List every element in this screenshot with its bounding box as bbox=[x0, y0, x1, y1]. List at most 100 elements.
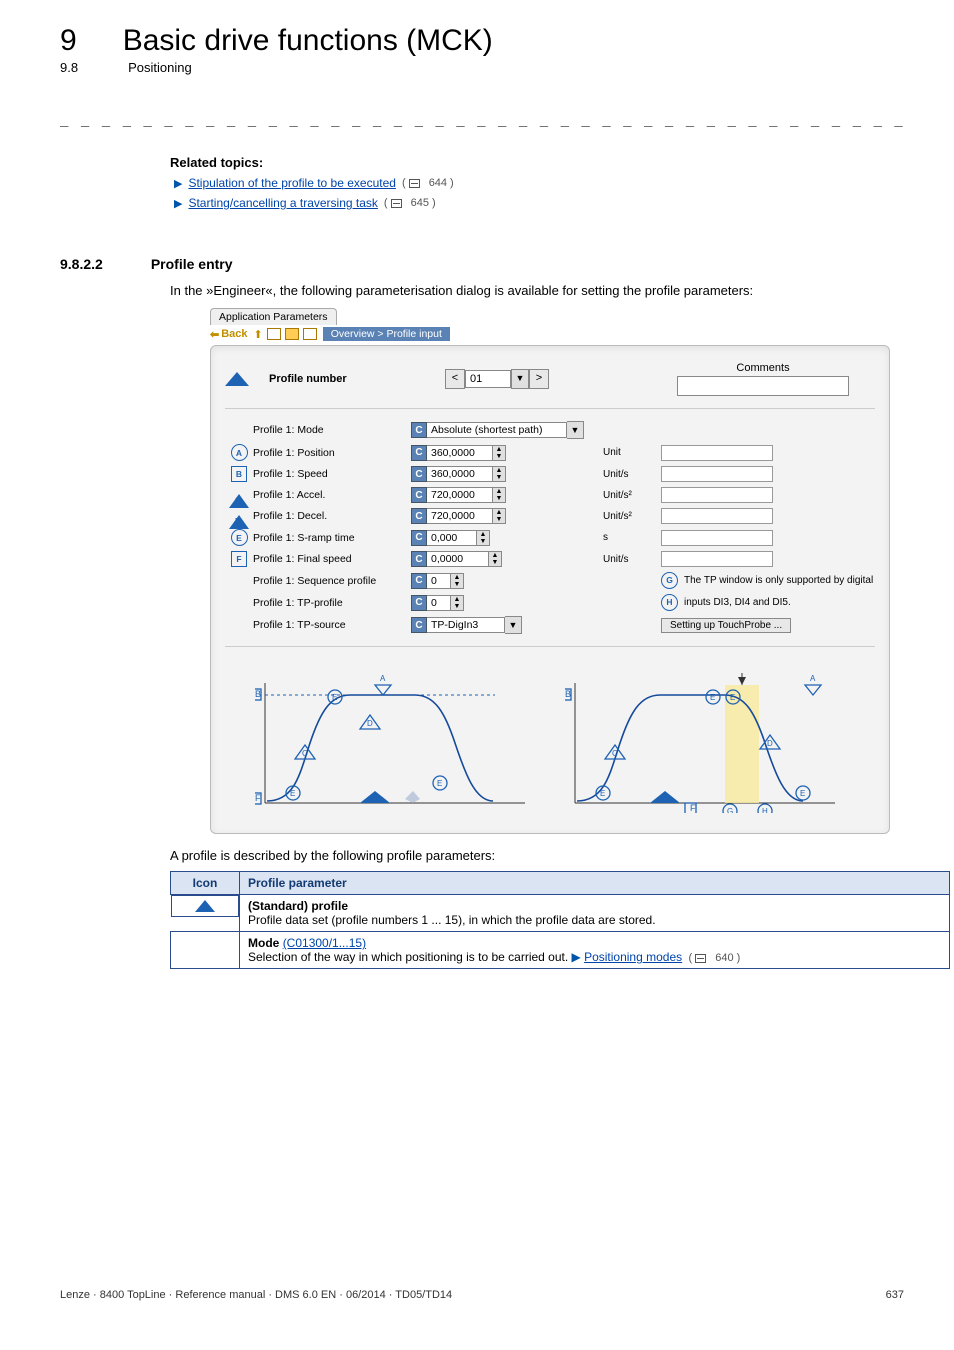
profile-parameter-table: Icon Profile parameter (Standard) profil… bbox=[170, 871, 950, 969]
code-chip-icon[interactable]: C bbox=[411, 422, 427, 438]
spinner[interactable]: ▲▼ bbox=[493, 508, 506, 524]
param-value-field[interactable]: 0,000 bbox=[427, 530, 477, 546]
spinner[interactable]: ▲▼ bbox=[477, 530, 490, 546]
spinner[interactable]: ▲▼ bbox=[493, 466, 506, 482]
param-label: Profile 1: Mode bbox=[253, 424, 411, 436]
tab-application-parameters[interactable]: Application Parameters bbox=[210, 308, 337, 325]
toolbar-icon-2[interactable] bbox=[285, 328, 299, 340]
param-value-field[interactable]: 720,0000 bbox=[427, 487, 493, 503]
code-chip-icon[interactable]: C bbox=[411, 508, 427, 524]
param-label: Profile 1: S-ramp time bbox=[253, 532, 411, 544]
th-icon: Icon bbox=[171, 872, 240, 895]
param-value-field[interactable]: 0 bbox=[427, 595, 451, 611]
param-value-field[interactable]: 0,0000 bbox=[427, 551, 489, 567]
footer-page-number: 637 bbox=[886, 1289, 904, 1301]
row-comment-field[interactable] bbox=[661, 445, 773, 461]
related-link-1[interactable]: Stipulation of the profile to be execute… bbox=[188, 176, 395, 190]
code-chip-icon[interactable]: C bbox=[411, 466, 427, 482]
code-chip-icon[interactable]: C bbox=[411, 573, 427, 589]
tp-note-line1: The TP window is only supported by digit… bbox=[684, 574, 873, 587]
unit-label: s bbox=[603, 532, 661, 543]
comments-field[interactable] bbox=[677, 376, 849, 396]
row-comment-field[interactable] bbox=[661, 530, 773, 546]
svg-text:E: E bbox=[437, 779, 442, 788]
param-label: Profile 1: Decel. bbox=[253, 510, 411, 522]
code-chip-icon[interactable]: C bbox=[411, 551, 427, 567]
dropdown-icon[interactable]: ▼ bbox=[511, 369, 529, 389]
param-value-field[interactable]: 360,0000 bbox=[427, 445, 493, 461]
spinner[interactable]: ▲▼ bbox=[493, 487, 506, 503]
svg-text:A: A bbox=[810, 674, 816, 683]
next-profile-button[interactable]: > bbox=[529, 369, 549, 389]
code-chip-icon[interactable]: C bbox=[411, 445, 427, 461]
bullet-circle-H: H bbox=[661, 594, 678, 611]
svg-text:H: H bbox=[762, 807, 768, 813]
profile-graph-2: B E E E E bbox=[565, 673, 845, 813]
code-chip-icon[interactable]: C bbox=[411, 487, 427, 503]
unit-label: Unit/s bbox=[603, 554, 661, 565]
param-value-field[interactable]: 360,0000 bbox=[427, 466, 493, 482]
toolbar-icon-1[interactable] bbox=[267, 328, 281, 340]
row-comment-field[interactable] bbox=[661, 551, 773, 567]
param-value-field[interactable]: Absolute (shortest path) bbox=[427, 422, 567, 438]
row2-link[interactable]: Positioning modes bbox=[584, 950, 682, 964]
code-chip-icon[interactable]: C bbox=[411, 617, 427, 633]
svg-text:C: C bbox=[612, 749, 618, 758]
spinner[interactable]: ▲▼ bbox=[493, 445, 506, 461]
spinner[interactable]: ▲▼ bbox=[489, 551, 502, 567]
param-label: Profile 1: Accel. bbox=[253, 489, 411, 501]
profile-number-label: Profile number bbox=[269, 373, 439, 385]
profile-graph-1: B F E E E bbox=[255, 673, 535, 813]
svg-text:G: G bbox=[727, 807, 733, 813]
section-title: Positioning bbox=[128, 60, 192, 75]
bullet-circle-A: A bbox=[231, 444, 248, 461]
spinner[interactable]: ▲▼ bbox=[451, 573, 464, 589]
row-comment-field[interactable] bbox=[661, 466, 773, 482]
footer-left: Lenze · 8400 TopLine · Reference manual … bbox=[60, 1289, 452, 1301]
subsection-number: 9.8.2.2 bbox=[60, 256, 103, 272]
spinner[interactable]: ▲▼ bbox=[451, 595, 464, 611]
up-arrow-icon[interactable]: ⬆ bbox=[254, 328, 263, 341]
prev-profile-button[interactable]: < bbox=[445, 369, 465, 389]
intro-paragraph: In the »Engineer«, the following paramet… bbox=[170, 282, 904, 300]
dropdown-icon[interactable]: ▼ bbox=[505, 616, 522, 634]
unit-label: Unit bbox=[603, 447, 661, 458]
row-comment-field[interactable] bbox=[661, 487, 773, 503]
svg-text:F: F bbox=[690, 803, 696, 813]
param-value-field[interactable]: TP-DigIn3 bbox=[427, 617, 505, 633]
setup-touchprobe-button[interactable]: Setting up TouchProbe ... bbox=[661, 618, 791, 633]
svg-text:C: C bbox=[302, 749, 308, 758]
row2-desc: Selection of the way in which positionin… bbox=[248, 950, 572, 964]
row2-mode: Mode bbox=[248, 936, 279, 950]
section-number: 9.8 bbox=[60, 60, 78, 75]
svg-text:E: E bbox=[332, 693, 337, 702]
bullet-square-F: F bbox=[231, 551, 247, 567]
back-button[interactable]: ⬅ Back bbox=[210, 328, 248, 341]
param-value-field[interactable]: 720,0000 bbox=[427, 508, 493, 524]
svg-text:E: E bbox=[730, 693, 735, 702]
param-label: Profile 1: TP-source bbox=[253, 619, 411, 631]
profile-desc-text: A profile is described by the following … bbox=[170, 848, 904, 863]
profile-triangle-icon bbox=[195, 900, 215, 912]
svg-text:E: E bbox=[290, 789, 295, 798]
related-link-2[interactable]: Starting/cancelling a traversing task bbox=[188, 196, 377, 210]
svg-text:D: D bbox=[367, 719, 373, 728]
param-label: Profile 1: Final speed bbox=[253, 553, 411, 565]
arrow-icon: ▶ bbox=[572, 950, 585, 964]
row2-page-ref: ( 640) bbox=[685, 952, 740, 964]
toolbar-icon-3[interactable] bbox=[303, 328, 317, 340]
subsection-title: Profile entry bbox=[151, 256, 233, 272]
svg-text:E: E bbox=[710, 693, 715, 702]
svg-text:A: A bbox=[380, 674, 386, 683]
profile-number-select[interactable]: 01 bbox=[465, 370, 511, 388]
row1-title: (Standard) profile bbox=[248, 899, 348, 913]
code-chip-icon[interactable]: C bbox=[411, 595, 427, 611]
svg-text:B: B bbox=[255, 689, 261, 699]
row1-desc: Profile data set (profile numbers 1 ... … bbox=[248, 913, 656, 927]
row2-code-link[interactable]: (C01300/1...15) bbox=[283, 936, 366, 950]
dropdown-icon[interactable]: ▼ bbox=[567, 421, 584, 439]
row-comment-field[interactable] bbox=[661, 508, 773, 524]
param-value-field[interactable]: 0 bbox=[427, 573, 451, 589]
code-chip-icon[interactable]: C bbox=[411, 530, 427, 546]
bullet-square-B: B bbox=[231, 466, 247, 482]
